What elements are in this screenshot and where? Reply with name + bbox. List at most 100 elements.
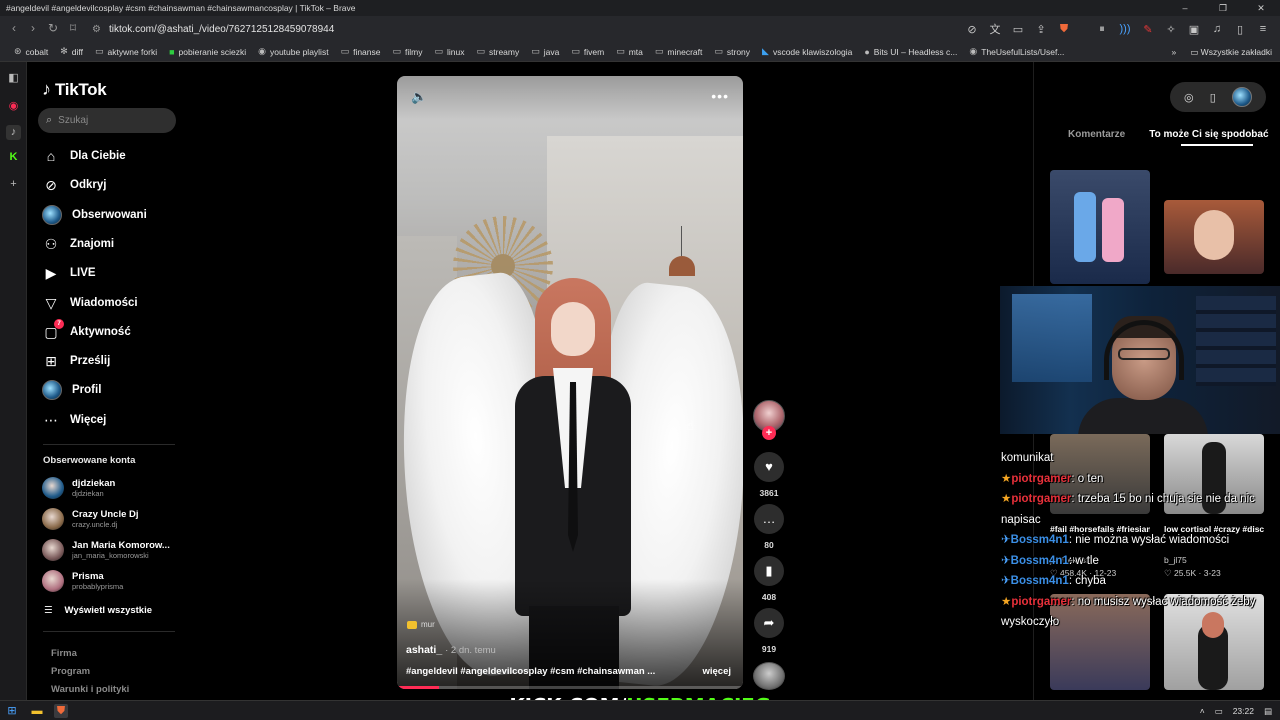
bookmark-icon[interactable]: ▮ [754,556,784,586]
site-settings-icon[interactable]: ⚙ [92,24,101,35]
reload-icon[interactable]: ↻ [43,21,63,35]
rail-app-red-icon[interactable]: ◉ [6,99,21,114]
bookmark-item[interactable]: ◉ TheUsefulLists/Usef... [963,42,1070,62]
followed-account[interactable]: Jan Maria Komorow... jan_maria_komorowski [42,539,170,561]
see-all-button[interactable]: ☰ Wyświetl wszystkie [44,605,152,616]
menu-icon[interactable]: ≡ [1256,23,1270,35]
back-icon[interactable]: ‹ [4,21,24,35]
bookmark-item[interactable]: ✻ diff [54,42,89,62]
more-options-icon[interactable]: ••• [711,88,729,104]
followed-account[interactable]: Crazy Uncle Dj crazy.uncle.dj [42,508,139,530]
sidebar-item-live[interactable]: ▶ LIVE [42,262,96,284]
search-box[interactable]: ⌕ [38,108,176,133]
rail-tiktok-icon[interactable]: ♪ [6,125,21,140]
sidebar-item-więcej[interactable]: ⋯ Więcej [42,409,106,431]
tab-comments[interactable]: Komentarze [1034,129,1137,140]
phone-icon[interactable]: ▯ [1233,23,1247,36]
share-icon[interactable]: ⇪ [1034,23,1048,36]
bookmark-item[interactable]: ● Bits UI – Headless c... [858,42,963,62]
sidebar-item-profil[interactable]: Profil [42,379,101,401]
sidebar-toggle-icon[interactable]: ◧ [6,71,21,86]
notifications-icon[interactable]: ▤ [1264,706,1272,717]
chat-username: piotrgamer [1011,472,1072,485]
folder-icon: ▭ [714,46,723,56]
maximize-button[interactable]: ❐ [1204,0,1242,16]
followed-account[interactable]: Prisma probablyprisma [42,570,123,592]
sidebar-item-prześlij[interactable]: ⊞ Prześlij [42,350,110,372]
sidebar-item-odkryj[interactable]: ⊘ Odkryj [42,174,106,196]
search-input[interactable] [58,115,159,126]
no-video-icon[interactable]: ⊘ [965,23,979,36]
footer-program[interactable]: Program [51,666,90,677]
bookmark-item[interactable]: ▭ strony [708,42,756,62]
bookmarks-overflow-icon[interactable]: » [1172,47,1177,57]
follow-plus-icon[interactable]: + [762,426,776,440]
followed-account[interactable]: djdziekan djdziekan [42,477,115,499]
tray-chevron-icon[interactable]: ˄ [1200,706,1205,716]
comment-icon[interactable]: … [754,504,784,534]
file-explorer-icon[interactable]: ▬ [30,704,44,718]
audio-icon[interactable]: ))) [1118,23,1132,35]
bookmark-item[interactable]: ▭ java [525,42,565,62]
wallet-icon[interactable]: ▣ [1187,23,1201,36]
video-author[interactable]: ashati_ · 2 dn. temu [406,644,496,656]
sidebar-item-aktywność[interactable]: ▢ 7 Aktywność [42,318,131,343]
share-arrow-icon[interactable]: ➦ [754,608,784,638]
user-avatar[interactable] [1231,87,1252,107]
bookmark-item[interactable]: ▭ fivem [565,42,610,62]
extensions-icon[interactable]: ✧ [1164,23,1178,36]
all-bookmarks-folder[interactable]: ▭ Wszystkie zakładki [1190,47,1272,58]
bookmark-item[interactable]: ◣ vscode klawiszologia [756,42,858,62]
thumbnail[interactable] [1164,200,1264,274]
bookmark-page-icon[interactable]: ⌑ [63,21,83,35]
start-icon[interactable]: ⊞ [5,704,19,718]
rail-add-icon[interactable]: + [6,177,21,192]
bookmark-item[interactable]: ▭ streamy [471,42,526,62]
sidebar-item-dla-ciebie[interactable]: ⌂ Dla Ciebie [42,145,126,167]
translate-icon[interactable]: 文 [988,21,1002,37]
bookmark-label: finanse [353,46,381,57]
like-icon[interactable]: ♥ [754,452,784,482]
sidebar-item-znajomi[interactable]: ⚇ Znajomi [42,233,114,255]
video-player[interactable]: 🔈 ••• mur ashati_ · 2 dn. temu #angeldev… [397,76,743,689]
bookmark-item[interactable]: ▭ aktywne forki [89,42,163,62]
bookmark-label: vscode klawiszologia [772,46,853,57]
monitor-icon[interactable]: ▭ [1215,706,1223,717]
thumbnail[interactable] [1050,170,1150,284]
clock[interactable]: 23:22 [1233,706,1254,716]
caption-more-link[interactable]: więcej [702,666,731,677]
tiktok-logo[interactable]: ♪ TikTok [42,79,107,100]
bookmark-item[interactable]: ⊛ cobalt [8,42,54,62]
brave-shields-icon[interactable]: ⛊ [1057,23,1071,36]
bookmark-item[interactable]: ◉ youtube playlist [252,42,334,62]
device-icon[interactable]: ▯ [1210,91,1216,104]
brave-taskbar-icon[interactable]: ⛊ [54,704,68,718]
music-tag[interactable]: mur [407,620,435,629]
coin-icon[interactable]: ◎ [1184,91,1194,104]
sidebar-item-obserwowani[interactable]: Obserwowani [42,204,147,226]
bookmark-item[interactable]: ▭ linux [429,42,471,62]
tab-recommended[interactable]: To może Ci się spodobać [1137,129,1280,140]
extension-red-icon[interactable]: ✎ [1141,23,1155,36]
cast-icon[interactable]: ▭ [1011,23,1025,36]
pause-media-icon[interactable]: ⏸ [1095,23,1109,36]
footer-terms[interactable]: Warunki i polityki [51,684,129,695]
close-button[interactable]: ✕ [1242,0,1280,16]
bookmark-item[interactable]: ■ pobieranie sciezki [163,42,252,62]
minimize-button[interactable]: – [1166,0,1204,16]
next-video-avatar[interactable] [753,662,785,690]
live-icon: ▶ [45,265,57,282]
forward-icon[interactable]: › [23,21,43,35]
media-icon[interactable]: ♫ [1210,23,1224,35]
bookmark-item[interactable]: ▭ mta [610,42,649,62]
bookmark-item[interactable]: ▭ filmy [387,42,429,62]
bookmark-label: filmy [405,46,423,57]
volume-icon[interactable]: 🔈 [411,89,427,105]
bookmark-item[interactable]: ▭ finanse [335,42,387,62]
video-progress-bar[interactable] [397,686,743,689]
address-bar[interactable]: ⚙ tiktok.com/@ashati_/video/762712512845… [92,21,992,37]
sidebar-item-wiadomości[interactable]: ▽ Wiadomości [42,292,138,314]
footer-firma[interactable]: Firma [51,648,77,659]
rail-kick-icon[interactable]: K [6,150,21,165]
bookmark-item[interactable]: ▭ minecraft [649,42,708,62]
